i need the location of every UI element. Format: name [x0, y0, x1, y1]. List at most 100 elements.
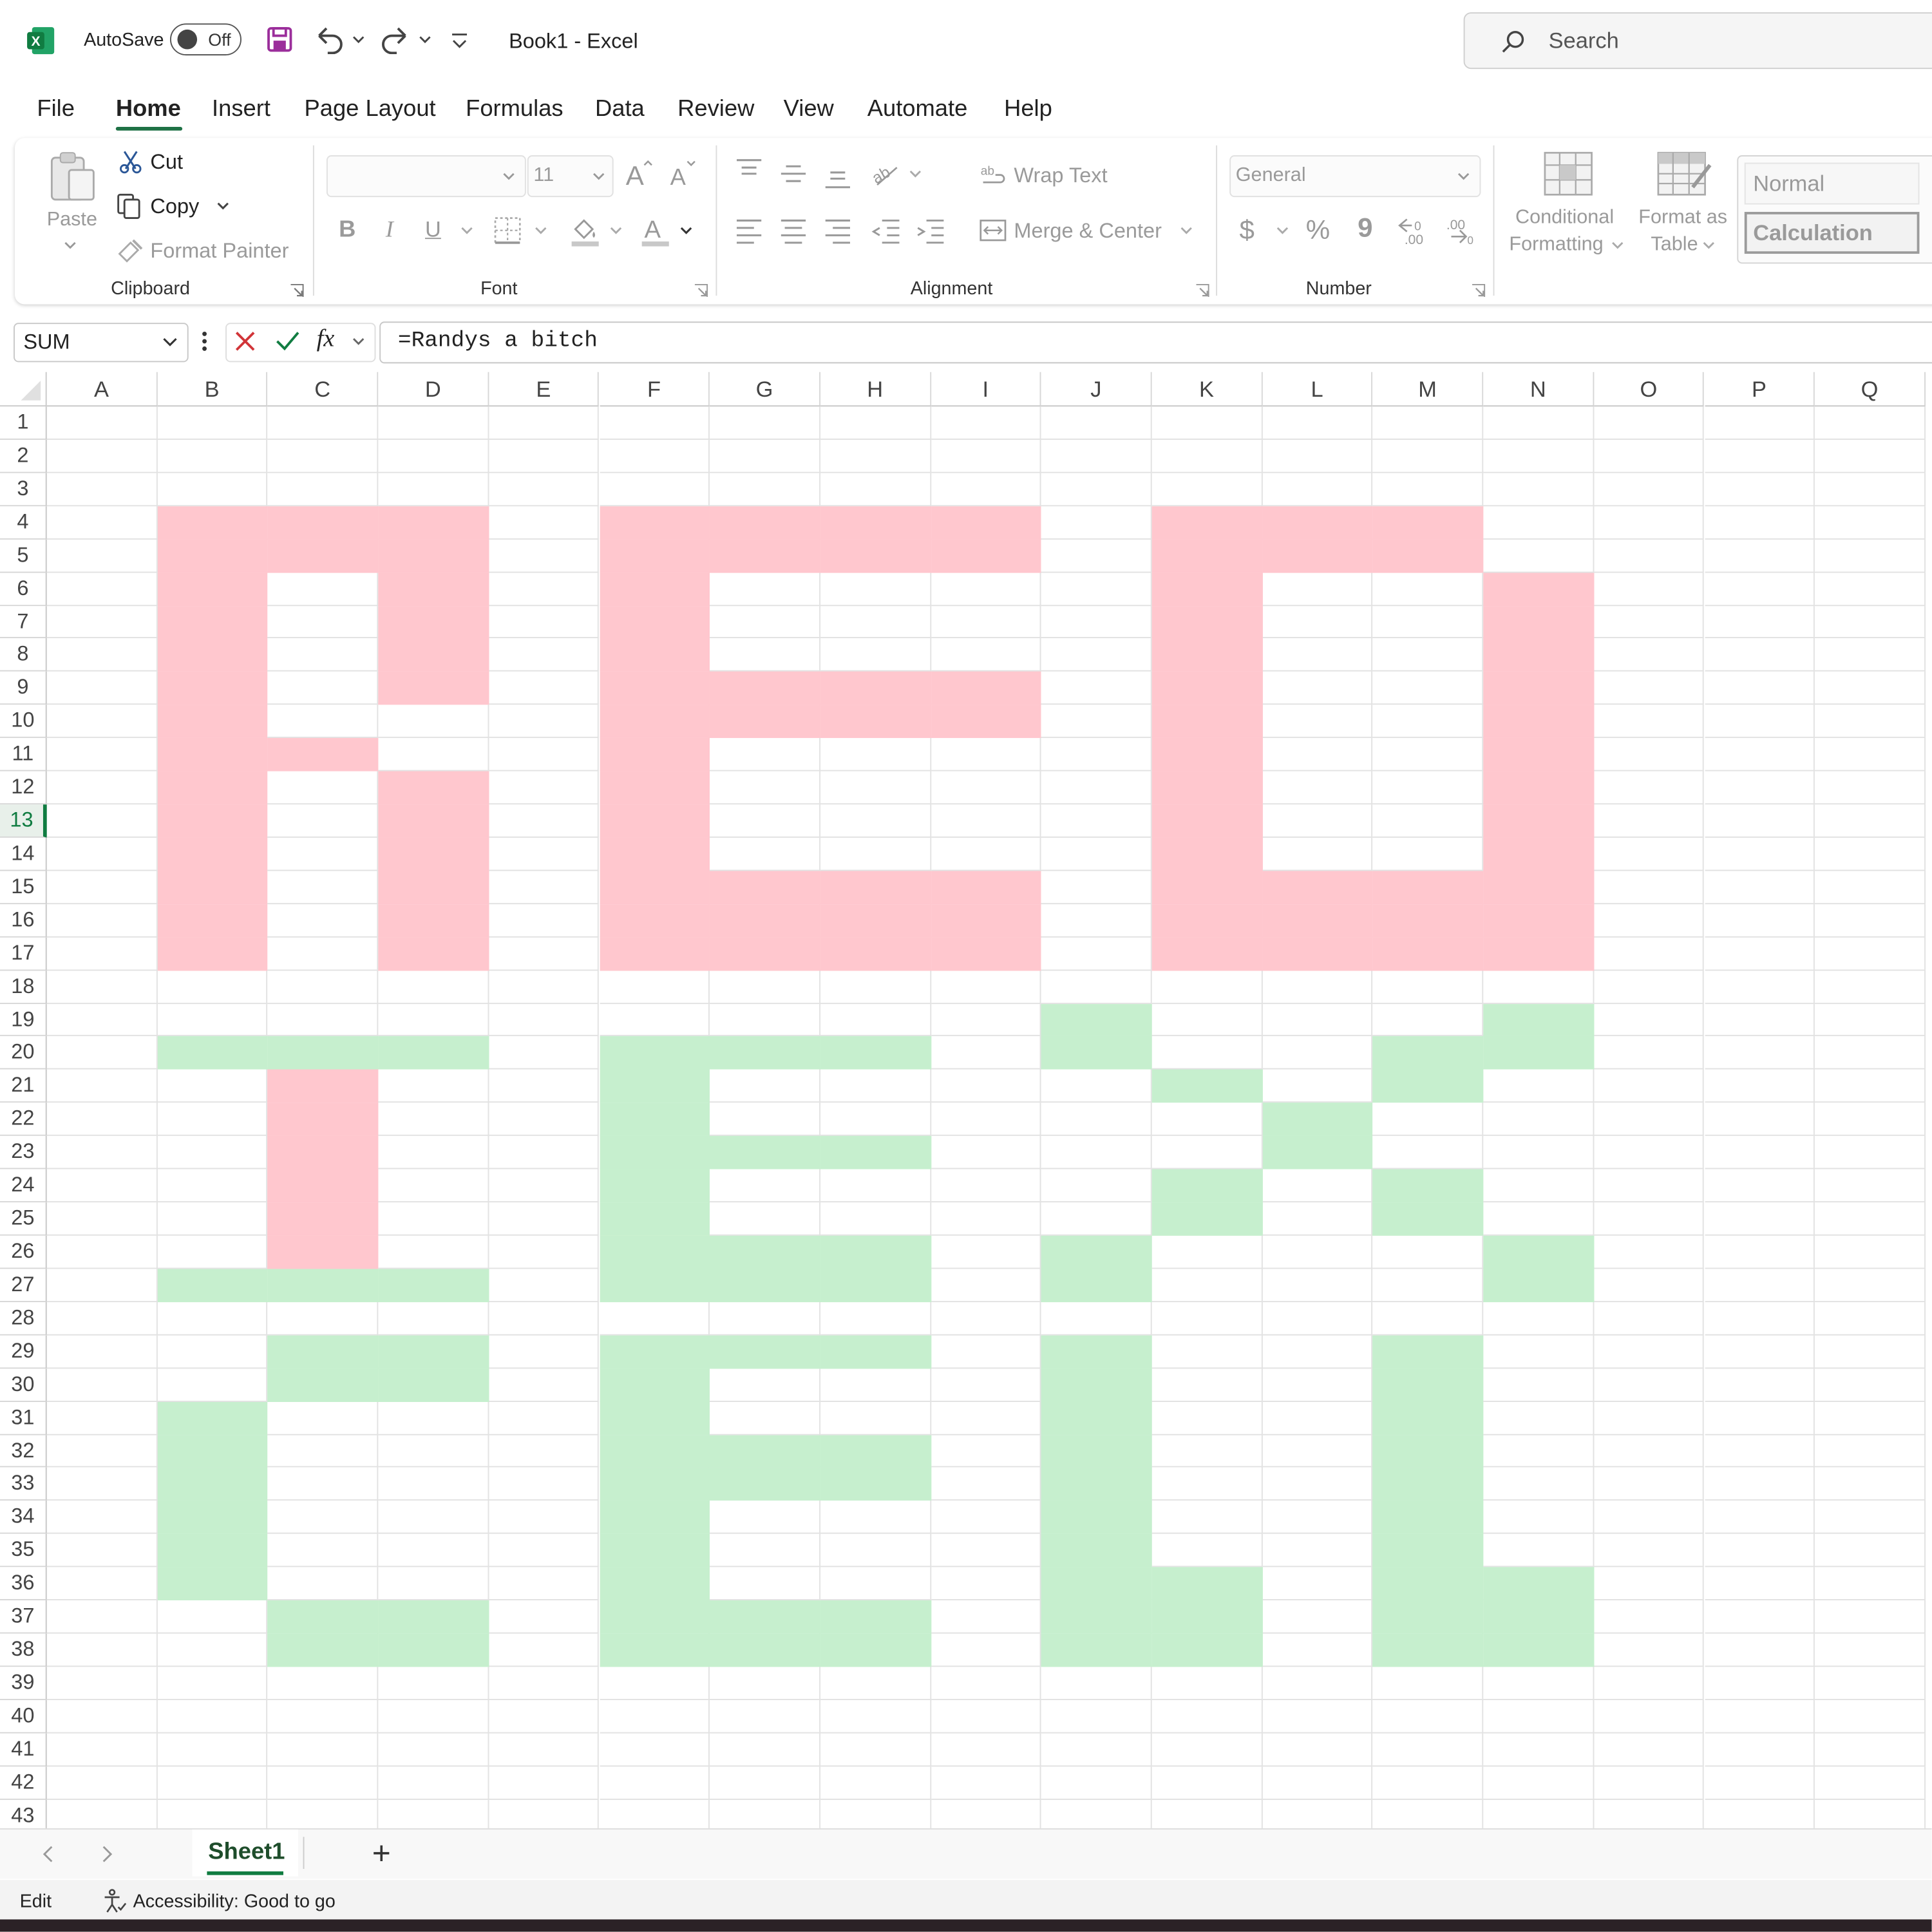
cell-h38[interactable]: [820, 1633, 931, 1667]
cell-f24[interactable]: [599, 1169, 710, 1203]
cell-q33[interactable]: [1815, 1468, 1926, 1501]
cell-e29[interactable]: [489, 1335, 600, 1368]
cell-g16[interactable]: [710, 904, 820, 938]
cell-p20[interactable]: [1704, 1036, 1815, 1070]
row-header-29[interactable]: 29: [0, 1335, 47, 1368]
cell-k1[interactable]: [1151, 406, 1263, 440]
cell-b41[interactable]: [157, 1733, 268, 1766]
number-launcher-icon[interactable]: [1470, 282, 1487, 299]
cell-j17[interactable]: [1041, 937, 1152, 971]
cell-d22[interactable]: [378, 1103, 489, 1137]
cell-p39[interactable]: [1704, 1667, 1815, 1700]
borders-icon[interactable]: [493, 216, 522, 245]
cell-f26[interactable]: [599, 1235, 710, 1269]
fx-chevron-down-icon[interactable]: [350, 335, 367, 350]
cell-q4[interactable]: [1815, 506, 1926, 540]
cell-g17[interactable]: [710, 937, 820, 971]
cell-g41[interactable]: [710, 1733, 820, 1766]
cell-q37[interactable]: [1815, 1600, 1926, 1634]
cell-o20[interactable]: [1594, 1036, 1705, 1070]
cell-q7[interactable]: [1815, 605, 1926, 639]
cell-e38[interactable]: [489, 1633, 600, 1667]
cell-m31[interactable]: [1372, 1401, 1484, 1435]
cell-p14[interactable]: [1704, 837, 1815, 871]
font-name-dropdown[interactable]: [326, 155, 526, 198]
cell-q14[interactable]: [1815, 837, 1926, 871]
cell-p25[interactable]: [1704, 1202, 1815, 1236]
cell-l5[interactable]: [1262, 539, 1373, 573]
cell-l14[interactable]: [1262, 837, 1373, 871]
copy-chevron-down-icon[interactable]: [214, 197, 232, 214]
cell-i39[interactable]: [931, 1667, 1042, 1700]
cell-f3[interactable]: [599, 473, 710, 506]
cell-k40[interactable]: [1151, 1700, 1263, 1734]
cell-f42[interactable]: [599, 1766, 710, 1800]
cell-i6[interactable]: [931, 572, 1042, 606]
cell-g39[interactable]: [710, 1667, 820, 1700]
cell-i25[interactable]: [931, 1202, 1042, 1236]
cell-a26[interactable]: [46, 1235, 158, 1269]
align-bottom-icon[interactable]: [823, 165, 853, 192]
name-box[interactable]: SUM: [14, 323, 189, 363]
cell-f31[interactable]: [599, 1401, 710, 1435]
cell-j28[interactable]: [1041, 1302, 1152, 1336]
cell-d28[interactable]: [378, 1302, 489, 1336]
row-header-8[interactable]: 8: [0, 638, 47, 672]
cell-k14[interactable]: [1151, 837, 1263, 871]
column-header-o[interactable]: O: [1594, 372, 1705, 407]
cell-n26[interactable]: [1483, 1235, 1595, 1269]
cell-q35[interactable]: [1815, 1534, 1926, 1567]
cell-e12[interactable]: [489, 771, 600, 805]
cell-f38[interactable]: [599, 1633, 710, 1667]
cell-h37[interactable]: [820, 1600, 931, 1634]
cell-n21[interactable]: [1483, 1070, 1595, 1103]
cell-h18[interactable]: [820, 970, 931, 1004]
cell-p37[interactable]: [1704, 1600, 1815, 1634]
cell-q31[interactable]: [1815, 1401, 1926, 1435]
cell-h12[interactable]: [820, 771, 931, 805]
cell-a39[interactable]: [46, 1667, 158, 1700]
cell-b20[interactable]: [157, 1036, 268, 1070]
cell-g20[interactable]: [710, 1036, 820, 1070]
cell-b18[interactable]: [157, 970, 268, 1004]
cell-i40[interactable]: [931, 1700, 1042, 1734]
cell-n13[interactable]: [1483, 804, 1595, 838]
cell-h29[interactable]: [820, 1335, 931, 1368]
cell-d23[interactable]: [378, 1136, 489, 1170]
row-header-2[interactable]: 2: [0, 439, 47, 473]
cell-f14[interactable]: [599, 837, 710, 871]
copy-button[interactable]: Copy: [150, 194, 199, 219]
cell-l24[interactable]: [1262, 1169, 1373, 1203]
cell-e42[interactable]: [489, 1766, 600, 1800]
cell-n3[interactable]: [1483, 473, 1595, 506]
cell-k8[interactable]: [1151, 638, 1263, 672]
cell-d17[interactable]: [378, 937, 489, 971]
cell-o38[interactable]: [1594, 1633, 1705, 1667]
cell-f28[interactable]: [599, 1302, 710, 1336]
cell-d39[interactable]: [378, 1667, 489, 1700]
cell-a3[interactable]: [46, 473, 158, 506]
cell-k16[interactable]: [1151, 904, 1263, 938]
row-header-38[interactable]: 38: [0, 1633, 47, 1667]
cell-b8[interactable]: [157, 638, 268, 672]
cell-f20[interactable]: [599, 1036, 710, 1070]
cell-k28[interactable]: [1151, 1302, 1263, 1336]
cell-a14[interactable]: [46, 837, 158, 871]
cell-g38[interactable]: [710, 1633, 820, 1667]
cell-h24[interactable]: [820, 1169, 931, 1203]
cell-o27[interactable]: [1594, 1269, 1705, 1302]
cell-n34[interactable]: [1483, 1501, 1595, 1535]
cell-p28[interactable]: [1704, 1302, 1815, 1336]
font-size-dropdown[interactable]: 11: [527, 155, 614, 198]
cell-d12[interactable]: [378, 771, 489, 805]
cell-g14[interactable]: [710, 837, 820, 871]
cell-q38[interactable]: [1815, 1633, 1926, 1667]
row-header-19[interactable]: 19: [0, 1003, 47, 1037]
cell-d40[interactable]: [378, 1700, 489, 1734]
cell-i10[interactable]: [931, 705, 1042, 739]
cell-q28[interactable]: [1815, 1302, 1926, 1336]
cell-b2[interactable]: [157, 439, 268, 473]
scroll-tabs-right-icon[interactable]: [96, 1844, 116, 1864]
row-header-21[interactable]: 21: [0, 1070, 47, 1103]
cell-o29[interactable]: [1594, 1335, 1705, 1368]
